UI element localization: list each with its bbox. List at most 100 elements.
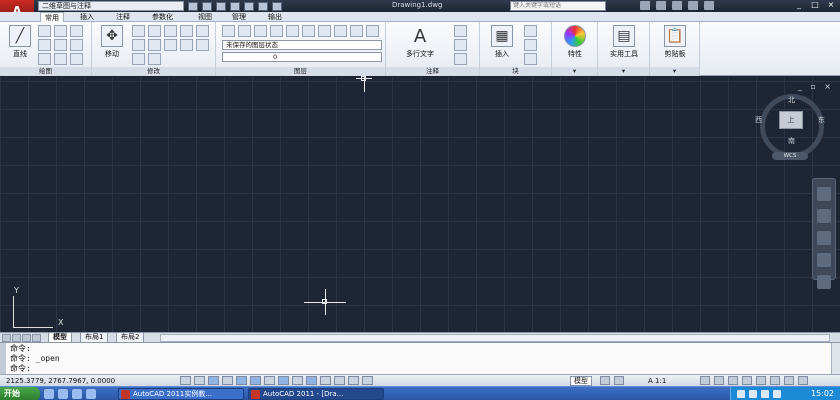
orbit-icon[interactable] xyxy=(817,253,831,267)
current-layer-dropdown[interactable]: 0 xyxy=(222,52,382,62)
block-panel-label[interactable]: 块 xyxy=(480,67,551,76)
pan-icon[interactable] xyxy=(817,209,831,223)
trim-icon[interactable] xyxy=(180,25,193,37)
first-tab-icon[interactable] xyxy=(2,334,11,342)
steering-wheel-icon[interactable] xyxy=(817,187,831,201)
compass-south[interactable]: 南 xyxy=(788,136,795,146)
tab-home[interactable]: 常用 xyxy=(40,12,64,22)
fillet-icon[interactable] xyxy=(164,39,177,51)
layer-freeze-icon[interactable] xyxy=(270,25,283,37)
explode-icon[interactable] xyxy=(180,39,193,51)
save-icon[interactable] xyxy=(216,1,226,11)
search-input[interactable]: 键入关键字或短语 xyxy=(510,1,606,11)
spline-icon[interactable] xyxy=(70,39,83,51)
help-icon[interactable] xyxy=(704,1,714,10)
open-file-icon[interactable] xyxy=(202,1,212,11)
tab-annotate[interactable]: 注释 xyxy=(112,12,134,22)
dyn-toggle[interactable] xyxy=(306,376,317,385)
mtext-tool[interactable]: A 多行文字 xyxy=(402,25,438,59)
tpy-toggle[interactable] xyxy=(334,376,345,385)
properties-panel-arrow[interactable]: ▾ xyxy=(552,67,597,76)
insert-block-tool[interactable]: ▦ 插入 xyxy=(484,25,520,59)
volume-icon[interactable] xyxy=(749,390,757,398)
rotate-icon[interactable] xyxy=(132,25,145,37)
array-icon[interactable] xyxy=(132,53,145,65)
hardware-acceleration-icon[interactable] xyxy=(756,376,766,385)
move-tool[interactable]: ✥ 移动 xyxy=(94,25,130,59)
start-button[interactable]: 开始 xyxy=(0,387,40,400)
network-icon[interactable] xyxy=(737,390,745,398)
compass-west[interactable]: 西 xyxy=(755,115,762,125)
extend-icon[interactable] xyxy=(148,53,161,65)
last-tab-icon[interactable] xyxy=(32,334,41,342)
command-window-grip[interactable] xyxy=(0,343,6,375)
table-icon[interactable] xyxy=(70,53,83,65)
erase-icon[interactable] xyxy=(196,25,209,37)
workspace-switch-icon[interactable] xyxy=(728,376,738,385)
draw-panel-label[interactable]: 绘图 xyxy=(0,67,91,76)
showmotion-icon[interactable] xyxy=(817,275,831,289)
communication-icon[interactable] xyxy=(672,1,682,10)
layer-state-dropdown[interactable]: 未保存的图层状态 xyxy=(222,40,382,50)
3d-osnap-toggle[interactable] xyxy=(264,376,275,385)
scale-icon[interactable] xyxy=(148,39,161,51)
qp-toggle[interactable] xyxy=(348,376,359,385)
polar-toggle[interactable] xyxy=(236,376,247,385)
compass-east[interactable]: 东 xyxy=(818,115,825,125)
show-desktop-icon[interactable] xyxy=(58,389,68,399)
wcs-dropdown[interactable]: WCS xyxy=(772,152,808,160)
undo-icon[interactable] xyxy=(244,1,254,11)
lock-icon[interactable] xyxy=(742,376,752,385)
tab-parametric[interactable]: 参数化 xyxy=(148,12,177,22)
rectangle-icon[interactable] xyxy=(70,25,83,37)
modify-panel-label[interactable]: 修改 xyxy=(92,67,215,76)
quick-view-drawings-icon[interactable] xyxy=(614,376,624,385)
copy-icon[interactable] xyxy=(148,25,161,37)
redo-icon[interactable] xyxy=(258,1,268,11)
otrack-toggle[interactable] xyxy=(278,376,289,385)
command-scrollbar[interactable] xyxy=(831,343,840,375)
ie-icon[interactable] xyxy=(44,389,54,399)
next-tab-icon[interactable] xyxy=(22,334,31,342)
antivirus-icon[interactable] xyxy=(773,390,781,398)
layers-panel-label[interactable]: 图层 xyxy=(216,67,385,76)
edit-attributes-icon[interactable] xyxy=(524,53,537,65)
lwt-toggle[interactable] xyxy=(320,376,331,385)
arc-icon[interactable] xyxy=(38,39,51,51)
star-icon[interactable] xyxy=(688,1,698,10)
layer-thaw-icon[interactable] xyxy=(366,25,379,37)
properties-tool[interactable]: 特性 xyxy=(557,25,593,59)
utilities-tool[interactable]: ▤ 实用工具 xyxy=(606,25,642,59)
layer-off-icon[interactable] xyxy=(238,25,251,37)
mirror-icon[interactable] xyxy=(164,25,177,37)
workspace-dropdown[interactable]: 二维草图与注释 xyxy=(38,1,184,11)
hatch-icon[interactable] xyxy=(54,39,67,51)
sc-toggle[interactable] xyxy=(362,376,373,385)
input-method-icon[interactable] xyxy=(761,390,769,398)
circle-icon[interactable] xyxy=(54,25,67,37)
layer-unlock-icon[interactable] xyxy=(350,25,363,37)
tab-output[interactable]: 输出 xyxy=(264,12,286,22)
polyline-icon[interactable] xyxy=(38,25,51,37)
tab-insert[interactable]: 插入 xyxy=(76,12,98,22)
compass-north[interactable]: 北 xyxy=(788,95,795,105)
horizontal-scrollbar[interactable] xyxy=(160,334,830,342)
media-icon[interactable] xyxy=(72,389,82,399)
annotation-panel-label[interactable]: 注释 xyxy=(386,67,479,76)
print-icon[interactable] xyxy=(272,1,282,11)
folder-icon[interactable] xyxy=(86,389,96,399)
tab-view[interactable]: 视图 xyxy=(194,12,216,22)
coordinate-readout[interactable]: 2125.3779, 2767.7967, 0.0000 xyxy=(6,376,115,386)
model-space-button[interactable]: 模型 xyxy=(570,376,592,386)
prev-tab-icon[interactable] xyxy=(12,334,21,342)
layer-properties-icon[interactable] xyxy=(222,25,235,37)
new-file-icon[interactable] xyxy=(188,1,198,11)
taskbar-item-autocad[interactable]: AutoCAD 2011 - [Dra... xyxy=(248,388,384,400)
minimize-button[interactable]: _ xyxy=(792,0,806,10)
status-menu-icon[interactable] xyxy=(784,376,794,385)
infer-constraints-toggle[interactable] xyxy=(180,376,191,385)
command-input[interactable]: 命令: xyxy=(10,364,31,374)
utilities-panel-arrow[interactable]: ▾ xyxy=(598,67,649,76)
close-button[interactable]: × xyxy=(824,0,838,10)
tab-manage[interactable]: 管理 xyxy=(228,12,250,22)
